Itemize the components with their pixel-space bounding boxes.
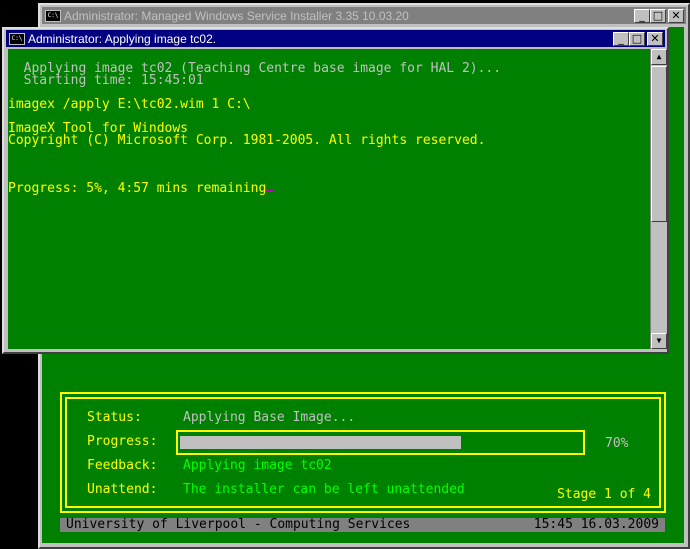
status-row: Status: Applying Base Image... (87, 410, 355, 425)
scroll-up-arrow-icon[interactable]: ▲ (651, 49, 667, 65)
maximize-button[interactable]: □ (629, 32, 645, 46)
console-progress-text: Progress: 5%, 4:57 mins remaining (8, 181, 267, 196)
close-button[interactable]: ✕ (647, 32, 663, 46)
console-icon: C:\ (9, 32, 25, 45)
unattend-row: Unattend: The installer can be left unatt… (87, 482, 465, 497)
console-line: imagex /apply E:\tc02.wim 1 C:\ (8, 97, 251, 112)
console-progress-line: Progress: 5%, 4:57 mins remaining (8, 181, 650, 196)
console-icon: C:\ (45, 9, 61, 22)
feedback-row: Feedback: Applying image tc02 (87, 458, 332, 473)
console-output[interactable]: Applying image tc02 (Teaching Centre bas… (8, 49, 650, 349)
minimize-button[interactable]: _ (634, 9, 650, 23)
status-value: Applying Base Image... (183, 410, 356, 425)
installer-title-bar[interactable]: C:\ Administrator: Managed Windows Servi… (42, 7, 686, 24)
maximize-button[interactable]: □ (650, 9, 666, 23)
scroll-down-arrow-icon[interactable]: ▼ (651, 333, 667, 349)
feedback-value: Applying image tc02 (183, 458, 332, 473)
scroll-thumb[interactable] (651, 66, 667, 222)
status-bar-org: University of Liverpool - Computing Serv… (66, 517, 411, 532)
minimize-button[interactable]: _ (613, 32, 629, 46)
console-title-bar[interactable]: C:\ Administrator: Applying image tc02. … (6, 30, 665, 47)
unattend-value: The installer can be left unattended (183, 482, 465, 497)
console-window: C:\ Administrator: Applying image tc02. … (2, 27, 669, 354)
installer-title: Administrator: Managed Windows Service I… (64, 8, 409, 23)
installer-panel: Status: Applying Base Image... Progress: … (60, 392, 666, 513)
console-title: Administrator: Applying image tc02. (28, 31, 217, 46)
progress-percent: 70% (605, 436, 629, 451)
feedback-label: Feedback: (87, 458, 158, 473)
progress-label: Progress: (87, 434, 158, 449)
console-line: Copyright (C) Microsoft Corp. 1981-2005.… (8, 133, 486, 148)
unattend-label: Unattend: (87, 482, 158, 497)
status-bar-datetime: 15:45 16.03.2009 (533, 517, 659, 532)
status-label: Status: (87, 410, 142, 425)
progress-fill (180, 436, 461, 449)
text-cursor (266, 190, 275, 192)
console-line: Starting time: 15:45:01 (8, 73, 204, 88)
stage-indicator: Stage 1 of 4 (557, 487, 651, 502)
progress-row: Progress: (87, 434, 183, 449)
progress-bar (176, 430, 585, 455)
status-bar: University of Liverpool - Computing Serv… (60, 518, 665, 532)
close-button[interactable]: ✕ (668, 9, 684, 23)
vertical-scrollbar[interactable]: ▲ ▼ (650, 49, 667, 349)
